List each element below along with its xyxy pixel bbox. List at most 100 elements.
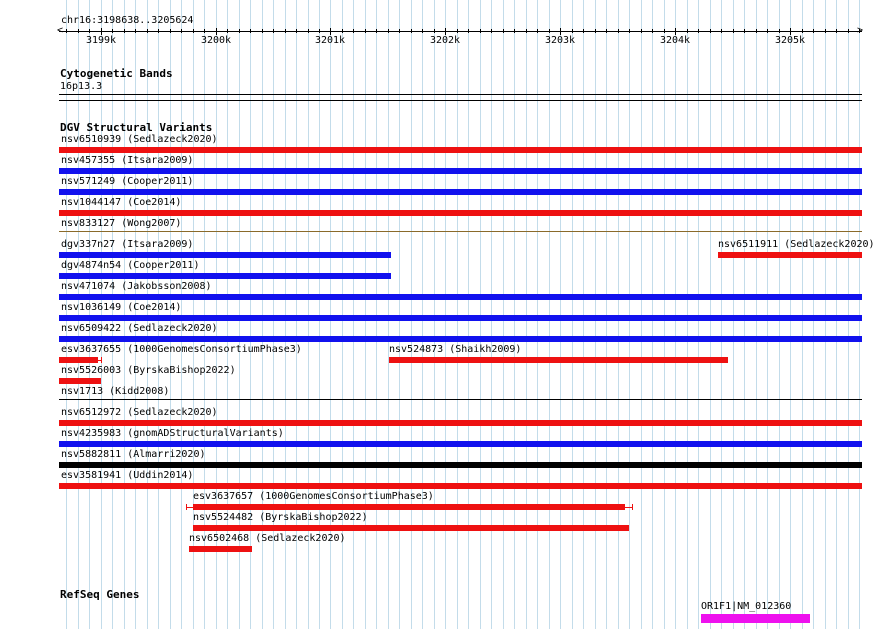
ruler-minor-tick <box>733 29 734 33</box>
ruler-tick-label: 3205k <box>774 35 806 46</box>
ruler-minor-tick <box>687 29 688 33</box>
variant-label: nsv5882811 (Almarri2020) <box>61 449 206 460</box>
variant-whisker-cap <box>632 504 633 510</box>
ruler-minor-tick <box>468 29 469 33</box>
ruler-minor-tick <box>422 29 423 33</box>
ruler-major-tick <box>101 28 102 35</box>
variant-label: nsv6510939 (Sedlazeck2020) <box>61 134 218 145</box>
ruler-minor-tick <box>514 29 515 33</box>
ruler-major-tick <box>675 28 676 35</box>
ruler-minor-tick <box>158 29 159 33</box>
ruler-minor-tick <box>193 29 194 33</box>
variant-bar <box>718 252 862 258</box>
ruler-minor-tick <box>618 29 619 33</box>
variant-label: nsv6502468 (Sedlazeck2020) <box>189 533 346 544</box>
ruler-minor-tick <box>503 29 504 33</box>
variant-bar <box>59 273 391 279</box>
ruler-minor-tick <box>147 29 148 33</box>
variant-label: esv3581941 (Uddin2014) <box>61 470 194 481</box>
ruler-major-tick <box>330 28 331 35</box>
ruler-minor-tick <box>89 29 90 33</box>
variant-bar <box>59 231 862 232</box>
variant-bar <box>59 252 391 258</box>
ruler-minor-tick <box>629 29 630 33</box>
ruler-minor-tick <box>308 29 309 33</box>
ruler-minor-tick <box>652 29 653 33</box>
ruler-minor-tick <box>112 29 113 33</box>
ruler-minor-tick <box>491 29 492 33</box>
cytoband-bottom-line <box>59 100 862 101</box>
ruler-minor-tick <box>664 29 665 33</box>
variant-label: dgv337n27 (Itsara2009) <box>61 239 194 250</box>
ruler-tick-label: 3204k <box>659 35 691 46</box>
ruler-minor-tick <box>767 29 768 33</box>
cytoband-top-line <box>59 94 862 95</box>
ruler-minor-tick <box>480 29 481 33</box>
ruler-minor-tick <box>859 29 860 33</box>
variant-bar <box>59 294 862 300</box>
ruler-minor-tick <box>262 29 263 33</box>
ruler-minor-tick <box>710 29 711 33</box>
variant-bar <box>59 462 862 468</box>
ruler-minor-tick <box>66 29 67 33</box>
ruler-minor-tick <box>353 29 354 33</box>
variant-label: nsv1044147 (Coe2014) <box>61 197 182 208</box>
ruler-minor-tick <box>813 29 814 33</box>
ruler-major-tick <box>445 28 446 35</box>
refseq-track-title: RefSeq Genes <box>60 588 140 601</box>
ruler-minor-tick <box>78 29 79 33</box>
ruler-minor-tick <box>641 29 642 33</box>
ruler-minor-tick <box>537 29 538 33</box>
ruler-minor-tick <box>848 29 849 33</box>
ruler-minor-tick <box>399 29 400 33</box>
ruler-minor-tick <box>572 29 573 33</box>
gene-bar <box>701 614 810 623</box>
variant-bar <box>59 378 101 384</box>
variant-bar <box>59 168 862 174</box>
ruler-minor-tick <box>457 29 458 33</box>
ruler-left-arrow-icon: < <box>57 25 64 36</box>
ruler-minor-tick <box>836 29 837 33</box>
cytoband-label: 16p13.3 <box>60 81 103 92</box>
variant-bar <box>59 483 862 489</box>
variant-label: nsv571249 (Cooper2011) <box>61 176 194 187</box>
ruler-minor-tick <box>698 29 699 33</box>
region-label: chr16:3198638..3205624 <box>61 15 194 26</box>
variant-label: nsv1036149 (Coe2014) <box>61 302 182 313</box>
ruler-minor-tick <box>273 29 274 33</box>
variant-bar <box>59 399 862 400</box>
ruler-minor-tick <box>388 29 389 33</box>
ruler-minor-tick <box>250 29 251 33</box>
variant-whisker-line <box>59 360 101 361</box>
ruler-minor-tick <box>825 29 826 33</box>
variant-whisker-cap <box>186 504 187 510</box>
ruler-minor-tick <box>802 29 803 33</box>
variant-bar <box>59 189 862 195</box>
ruler-tick-label: 3199k <box>85 35 117 46</box>
ruler-major-tick <box>216 28 217 35</box>
ruler-minor-tick <box>204 29 205 33</box>
ruler-minor-tick <box>135 29 136 33</box>
ruler-minor-tick <box>296 29 297 33</box>
variant-label: nsv6509422 (Sedlazeck2020) <box>61 323 218 334</box>
variant-bar <box>59 441 862 447</box>
ruler-minor-tick <box>319 29 320 33</box>
ruler-minor-tick <box>595 29 596 33</box>
variant-label: dgv4874n54 (Cooper2011) <box>61 260 200 271</box>
ruler-axis <box>59 31 862 32</box>
variant-label: nsv5526003 (ByrskaBishop2022) <box>61 365 236 376</box>
variant-bar <box>59 336 862 342</box>
ruler-minor-tick <box>744 29 745 33</box>
ruler-minor-tick <box>239 29 240 33</box>
ruler-minor-tick <box>227 29 228 33</box>
variant-label: nsv524873 (Shaikh2009) <box>389 344 522 355</box>
ruler-tick-label: 3200k <box>200 35 232 46</box>
ruler-minor-tick <box>434 29 435 33</box>
ruler-minor-tick <box>285 29 286 33</box>
ruler-minor-tick <box>411 29 412 33</box>
variant-label: esv3637655 (1000GenomesConsortiumPhase3) <box>61 344 302 355</box>
ruler-tick-label: 3203k <box>544 35 576 46</box>
variant-bar <box>59 210 862 216</box>
variant-bar <box>189 546 252 552</box>
ruler-minor-tick <box>365 29 366 33</box>
